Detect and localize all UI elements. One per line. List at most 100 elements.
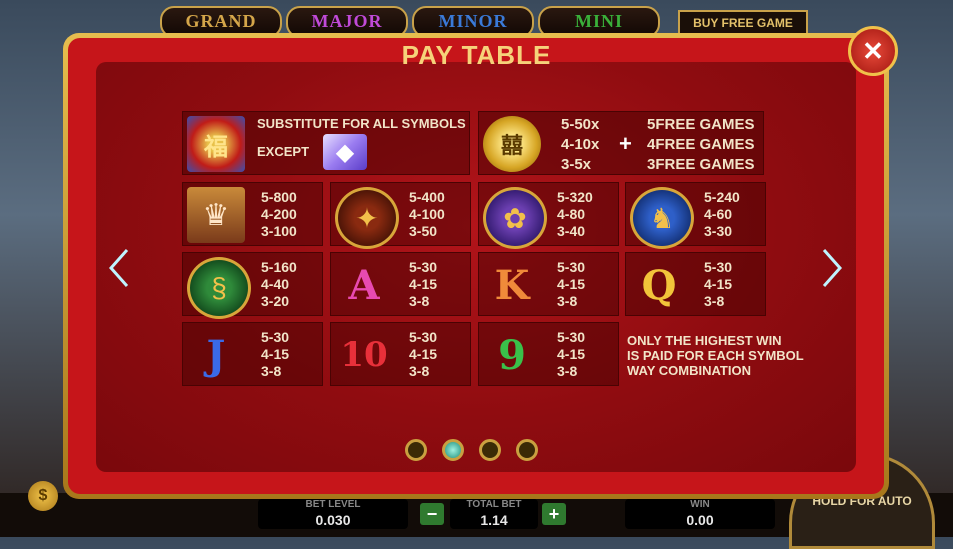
paytable-cell: J 5-30 4-15 3-8 (182, 322, 323, 386)
close-button[interactable]: ✕ (848, 26, 898, 76)
win-display: WIN 0.00 (625, 499, 775, 529)
payout-4: 4-15 (409, 346, 438, 362)
number-9-icon: 9 (498, 331, 526, 379)
win-label: WIN (690, 499, 710, 510)
payout-5: 5-320 (557, 189, 593, 205)
bottom-bar: $ BET LEVEL 0.030 − TOTAL BET 1.14 + WIN… (0, 453, 953, 549)
paytable-cell: 10 5-30 4-15 3-8 (330, 322, 471, 386)
payout-list: 5-800 4-200 3-100 (261, 189, 297, 240)
note-line-3: WAY COMBINATION (627, 363, 751, 378)
payout-5: 5-800 (261, 189, 297, 205)
payout-3: 3-50 (409, 223, 438, 239)
payout-4: 4-60 (704, 206, 733, 222)
payout-4: 4-15 (557, 276, 586, 292)
scatter-pay-4: 4-10x (561, 136, 600, 153)
payout-4: 4-100 (409, 206, 445, 222)
bet-level-value: 0.030 (315, 512, 351, 528)
paytable-cell: ♛ 5-800 4-200 3-100 (182, 182, 323, 246)
win-value: 0.00 (686, 512, 714, 528)
payout-4: 4-15 (409, 276, 438, 292)
payout-3: 3-8 (409, 363, 430, 379)
plus-icon: + (619, 131, 632, 156)
dragon-icon: § (187, 257, 251, 319)
payout-5: 5-400 (409, 189, 445, 205)
payout-list: 5-400 4-100 3-50 (409, 189, 445, 240)
payout-5: 5-30 (409, 329, 438, 345)
gold-coin-scatter-icon: 囍 (483, 116, 541, 172)
scatter-free-games: 5FREE GAMES 4FREE GAMES 3FREE GAMES (647, 115, 755, 175)
phoenix-icon: ✦ (335, 187, 399, 249)
payout-5: 5-160 (261, 259, 297, 275)
payout-5: 5-240 (704, 189, 740, 205)
payout-4: 4-40 (261, 276, 290, 292)
bet-level-display: BET LEVEL 0.030 (258, 499, 408, 529)
payout-list: 5-30 4-15 3-8 (557, 329, 585, 380)
wild-fu-icon: 福 (187, 116, 245, 172)
payout-3: 3-40 (557, 223, 586, 239)
paytable-cell: ✦ 5-400 4-100 3-50 (330, 182, 471, 249)
payout-3: 3-8 (409, 293, 430, 309)
note-line-2: IS PAID FOR EACH SYMBOL (627, 348, 804, 363)
free-games-5: 5FREE GAMES (647, 116, 755, 133)
paytable-cell: A 5-30 4-15 3-8 (330, 252, 471, 316)
payout-list: 5-160 4-40 3-20 (261, 259, 297, 310)
total-bet-display: TOTAL BET 1.14 (450, 499, 538, 529)
paytable-cell: ♞ 5-240 4-60 3-30 (625, 182, 766, 249)
next-page-arrow-icon[interactable] (820, 248, 844, 288)
payout-list: 5-30 4-15 3-8 (557, 259, 585, 310)
scatter-pay-3: 3-5x (561, 156, 592, 173)
payout-3: 3-8 (704, 293, 725, 309)
page-dot-2[interactable] (442, 439, 464, 461)
lion-icon: ♞ (630, 187, 694, 249)
scatter-multipliers: 5-50x 4-10x 3-5x (561, 115, 599, 175)
paytable-cell: ✿ 5-320 4-80 3-40 (478, 182, 619, 249)
letter-j-icon: J (206, 331, 226, 379)
increase-bet-button[interactable]: + (542, 503, 566, 525)
previous-page-arrow-icon[interactable] (107, 248, 131, 288)
payout-list: 5-30 4-15 3-8 (409, 259, 437, 310)
win-rule-note: ONLY THE HIGHEST WIN IS PAID FOR EACH SY… (627, 333, 804, 378)
payout-4: 4-15 (261, 346, 290, 362)
letter-k-icon: K (494, 261, 530, 309)
wild-description: SUBSTITUTE FOR ALL SYMBOLS (257, 116, 466, 131)
scatter-pay-5: 5-50x (561, 116, 600, 133)
payout-3: 3-20 (261, 293, 290, 309)
payout-3: 3-100 (261, 223, 297, 239)
paytable-cell: Q 5-30 4-15 3-8 (625, 252, 766, 316)
payout-5: 5-30 (557, 259, 586, 275)
payout-4: 4-15 (704, 276, 733, 292)
number-10-icon: 10 (340, 335, 388, 375)
payout-list: 5-30 4-15 3-8 (409, 329, 437, 380)
free-games-3: 3FREE GAMES (647, 156, 755, 173)
payout-5: 5-30 (557, 329, 586, 345)
free-games-4: 4FREE GAMES (647, 136, 755, 153)
page-dot-4[interactable] (516, 439, 538, 461)
decrease-bet-button[interactable]: − (420, 503, 444, 525)
payout-4: 4-15 (557, 346, 586, 362)
payout-5: 5-30 (409, 259, 438, 275)
close-icon: ✕ (862, 36, 884, 66)
bet-level-label: BET LEVEL (305, 499, 361, 510)
total-bet-label: TOTAL BET (466, 499, 522, 510)
page-dot-3[interactable] (479, 439, 501, 461)
total-bet-value: 1.14 (480, 512, 508, 528)
princess-icon: ♛ (187, 187, 245, 243)
payout-5: 5-30 (261, 329, 290, 345)
payout-list: 5-320 4-80 3-40 (557, 189, 593, 240)
paytable-cell: K 5-30 4-15 3-8 (478, 252, 619, 316)
payout-3: 3-8 (557, 293, 578, 309)
payout-3: 3-30 (704, 223, 733, 239)
page-dot-1[interactable] (405, 439, 427, 461)
payout-list: 5-30 4-15 3-8 (704, 259, 732, 310)
payout-4: 4-80 (557, 206, 586, 222)
scatter-cell: 囍 5-50x 4-10x 3-5x + 5FREE GAMES 4FREE G… (478, 111, 764, 175)
coin-icon: $ (28, 481, 58, 511)
letter-q-icon: Q (641, 261, 677, 309)
wild-except: EXCEPT (257, 144, 310, 159)
payout-3: 3-8 (261, 363, 282, 379)
letter-a-icon: A (348, 261, 380, 309)
paytable-cell: 9 5-30 4-15 3-8 (478, 322, 619, 386)
paytable-cell: § 5-160 4-40 3-20 (182, 252, 323, 319)
wild-cell: 福 SUBSTITUTE FOR ALL SYMBOLS EXCEPT ◆ (182, 111, 470, 175)
payout-5: 5-30 (704, 259, 733, 275)
